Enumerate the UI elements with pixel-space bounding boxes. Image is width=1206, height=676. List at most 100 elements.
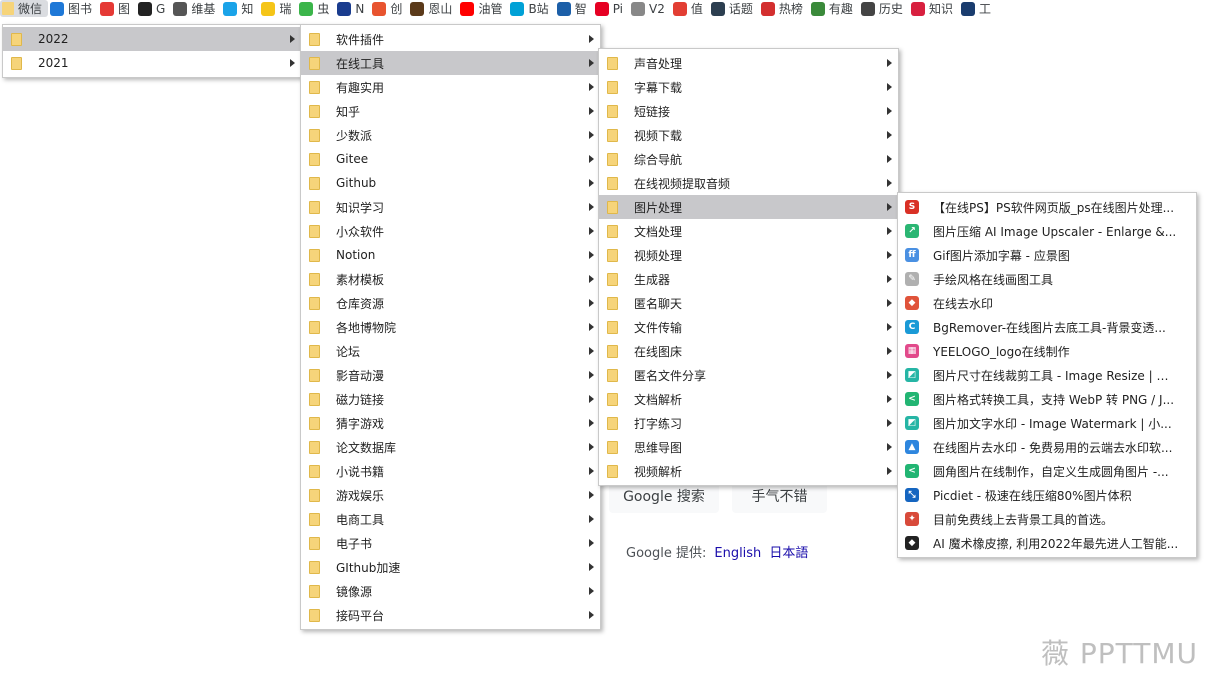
tool-folder-item[interactable]: 文件传输 [599, 315, 898, 339]
tool-folder-item[interactable]: 视频下载 [599, 123, 898, 147]
tool-folder-item[interactable]: 匿名文件分享 [599, 363, 898, 387]
bookmark-link-item[interactable]: C BgRemover-在线图片去底工具-背景变透... [898, 315, 1196, 339]
category-folder-item[interactable]: 影音动漫 [301, 363, 600, 387]
category-folder-item[interactable]: Gitee [301, 147, 600, 171]
bookmark-link-item[interactable]: ✦ 目前免费线上去背景工具的首选。 [898, 507, 1196, 531]
bookmark-item[interactable]: B站 [508, 0, 554, 17]
category-folder-item[interactable]: 知识学习 [301, 195, 600, 219]
submenu-arrow-icon [589, 515, 594, 523]
tool-folder-item[interactable]: 打字练习 [599, 411, 898, 435]
bookmark-item[interactable]: 瑞 [259, 0, 297, 17]
lang-japanese-link[interactable]: 日本語 [769, 546, 808, 561]
bookmark-link-item[interactable]: < 圆角图片在线制作，自定义生成圆角图片 -... [898, 459, 1196, 483]
bookmark-item[interactable]: 油管 [458, 0, 508, 17]
year-folder-item[interactable]: 2021 [3, 51, 301, 75]
category-folder-item[interactable]: 论文数据库 [301, 435, 600, 459]
tool-folder-item[interactable]: 在线视频提取音频 [599, 171, 898, 195]
folder-icon [309, 272, 320, 286]
tool-folder-item[interactable]: 短链接 [599, 99, 898, 123]
bookmark-link-item[interactable]: ▲ 在线图片去水印 - 免费易用的云端去水印软... [898, 435, 1196, 459]
tool-folder-item[interactable]: 视频解析 [599, 459, 898, 483]
category-folder-item[interactable]: 电商工具 [301, 507, 600, 531]
category-folder-item[interactable]: 仓库资源 [301, 291, 600, 315]
youtube-icon [460, 1, 475, 16]
tool-folder-item[interactable]: 匿名聊天 [599, 291, 898, 315]
bookmark-item[interactable]: 有趣 [809, 0, 859, 17]
bookmark-item[interactable]: 图 [98, 0, 136, 17]
menu-item-label: 有趣实用 [336, 80, 385, 95]
submenu-arrow-icon [589, 83, 594, 91]
category-folder-item[interactable]: Notion [301, 243, 600, 267]
bookmark-label: 热榜 [778, 2, 803, 16]
category-folder-item[interactable]: 小众软件 [301, 219, 600, 243]
folder-icon [607, 272, 618, 286]
bookmark-item[interactable]: 微信 [0, 0, 49, 17]
tool-folder-item[interactable]: 在线图床 [599, 339, 898, 363]
bookmark-title: 目前免费线上去背景工具的首选。 [933, 512, 1114, 527]
tool-folder-item[interactable]: 视频处理 [599, 243, 898, 267]
bookmark-link-item[interactable]: ⤡ Picdiet - 极速在线压缩80%图片体积 [898, 483, 1196, 507]
bookmark-link-item[interactable]: ◆ 在线去水印 [898, 291, 1196, 315]
bookmark-item[interactable]: 历史 [859, 0, 909, 17]
category-folder-item[interactable]: 素材模板 [301, 267, 600, 291]
tool-folder-item[interactable]: 文档处理 [599, 219, 898, 243]
category-folder-item[interactable]: 论坛 [301, 339, 600, 363]
folder-icon [607, 368, 618, 382]
category-folder-item[interactable]: Github [301, 171, 600, 195]
bookmark-item[interactable]: 智 [555, 0, 593, 17]
folder-icon [309, 296, 320, 310]
tool-folder-item[interactable]: 声音处理 [599, 51, 898, 75]
bookmark-item[interactable]: 工 [959, 0, 997, 17]
tool-folder-item[interactable]: 生成器 [599, 267, 898, 291]
bookmark-link-item[interactable]: ▦ YEELOGO_logo在线制作 [898, 339, 1196, 363]
category-folder-item[interactable]: 电子书 [301, 531, 600, 555]
bookmark-link-item[interactable]: < 图片格式转换工具，支持 WebP 转 PNG / J... [898, 387, 1196, 411]
category-folder-item[interactable]: 猜字游戏 [301, 411, 600, 435]
category-folder-item[interactable]: 小说书籍 [301, 459, 600, 483]
gif-icon: ff [905, 248, 919, 262]
bookmark-item[interactable]: 维基 [171, 0, 221, 17]
category-folder-item[interactable]: 软件插件 [301, 27, 600, 51]
category-folder-item[interactable]: 知乎 [301, 99, 600, 123]
bookmark-label: 图书 [68, 2, 93, 16]
tool-folder-item[interactable]: 思维导图 [599, 435, 898, 459]
bookmark-item[interactable]: N [335, 0, 370, 17]
bookmark-link-item[interactable]: ✎ 手绘风格在线画图工具 [898, 267, 1196, 291]
category-folder-item[interactable]: 有趣实用 [301, 75, 600, 99]
category-folder-item[interactable]: GIthub加速 [301, 555, 600, 579]
bookmark-item[interactable]: 热榜 [759, 0, 809, 17]
bookmark-item[interactable]: Pi [593, 0, 629, 17]
bookmark-item[interactable]: 值 [671, 0, 709, 17]
bookmark-link-item[interactable]: ◆ AI 魔术橡皮擦, 利用2022年最先进人工智能... [898, 531, 1196, 555]
bookmark-item[interactable]: 创 [370, 0, 408, 17]
category-folder-item[interactable]: 磁力链接 [301, 387, 600, 411]
category-folder-item[interactable]: 少数派 [301, 123, 600, 147]
bookmark-item[interactable]: G [136, 0, 171, 17]
bookmark-link-item[interactable]: ◩ 图片加文字水印 - Image Watermark | 小... [898, 411, 1196, 435]
bookmark-item[interactable]: 恩山 [408, 0, 458, 17]
bookmark-link-item[interactable]: ↗ 图片压缩 AI Image Upscaler - Enlarge &... [898, 219, 1196, 243]
menu-item-label: 论坛 [336, 344, 361, 359]
tool-folder-item[interactable]: 综合导航 [599, 147, 898, 171]
category-folder-item[interactable]: 镜像源 [301, 579, 600, 603]
category-folder-item[interactable]: 接码平台 [301, 603, 600, 627]
bookmark-link-item[interactable]: ff Gif图片添加字幕 - 应景图 [898, 243, 1196, 267]
tool-folder-item[interactable]: 字幕下载 [599, 75, 898, 99]
bookmark-item[interactable]: 图书 [48, 0, 98, 17]
category-folder-item[interactable]: 游戏娱乐 [301, 483, 600, 507]
folder-icon [309, 560, 320, 574]
lang-english-link[interactable]: English [714, 546, 761, 561]
bookmark-item[interactable]: 知识 [909, 0, 959, 17]
tool-folder-item[interactable]: 图片处理 [599, 195, 898, 219]
bookmark-link-item[interactable]: ◩ 图片尺寸在线裁剪工具 - Image Resize | 小... [898, 363, 1196, 387]
bookmark-item[interactable]: V2 [629, 0, 671, 17]
category-folder-item[interactable]: 各地博物院 [301, 315, 600, 339]
bookmark-item[interactable]: 话题 [709, 0, 759, 17]
bookmark-link-item[interactable]: S 【在线PS】PS软件网页版_ps在线图片处理... [898, 195, 1196, 219]
bookmark-item[interactable]: 虫 [297, 0, 335, 17]
menu-item-label: 各地博物院 [336, 320, 397, 335]
bookmark-item[interactable]: 知 [221, 0, 259, 17]
category-folder-item[interactable]: 在线工具 [301, 51, 600, 75]
tool-folder-item[interactable]: 文档解析 [599, 387, 898, 411]
year-folder-item[interactable]: 2022 [3, 27, 301, 51]
